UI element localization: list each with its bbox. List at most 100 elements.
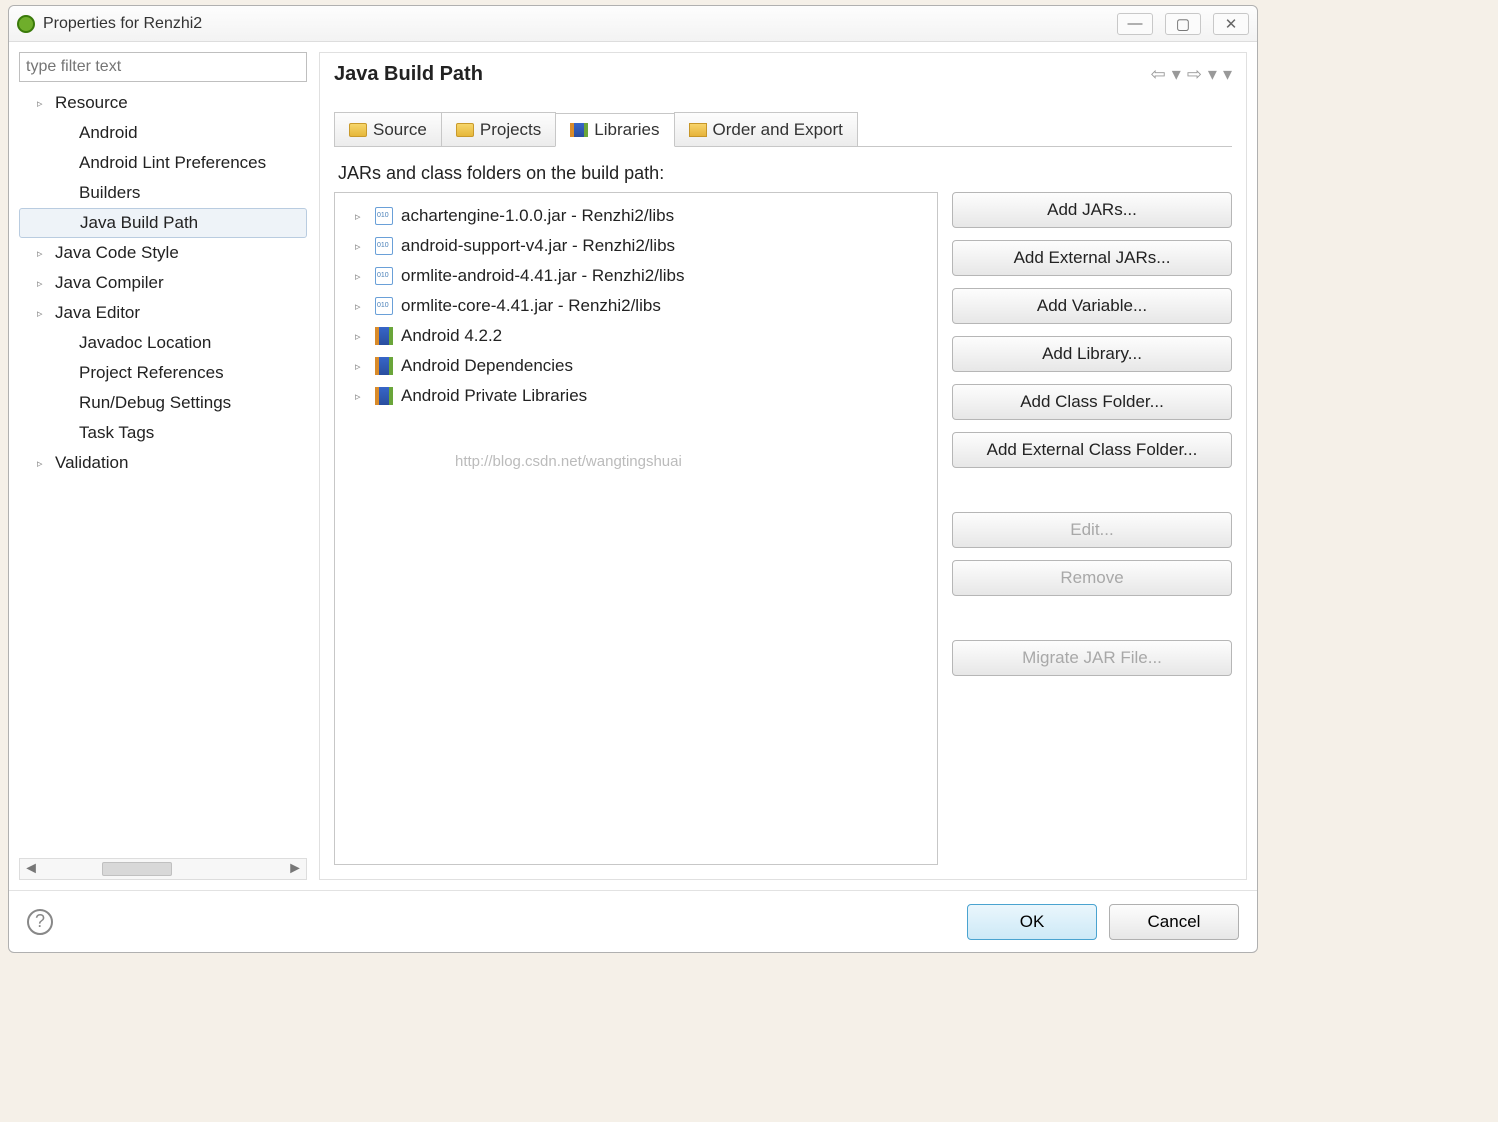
library-item[interactable]: ▹Android Private Libraries <box>341 381 931 411</box>
close-button[interactable]: ✕ <box>1213 13 1249 35</box>
jar-icon <box>375 297 393 315</box>
content-header: Java Build Path ⇦ ▾ ⇨ ▾ ▾ <box>334 63 1232 86</box>
sidebar-item-run-debug-settings[interactable]: Run/Debug Settings <box>19 388 307 418</box>
sidebar-item-java-editor[interactable]: ▹Java Editor <box>19 298 307 328</box>
titlebar: Properties for Renzhi2 — ▢ ✕ <box>9 6 1257 42</box>
sidebar-item-label: Android Lint Preferences <box>79 153 266 173</box>
add-class-folder-button[interactable]: Add Class Folder... <box>952 384 1232 420</box>
content-panel: Java Build Path ⇦ ▾ ⇨ ▾ ▾ SourceProjects… <box>319 52 1247 880</box>
jar-icon <box>375 207 393 225</box>
jar-icon <box>375 267 393 285</box>
libraries-area: ▹achartengine-1.0.0.jar - Renzhi2/libs▹a… <box>334 192 1232 865</box>
sidebar-item-label: Java Code Style <box>55 243 179 263</box>
library-label: Android 4.2.2 <box>401 326 502 346</box>
library-icon <box>375 327 393 345</box>
expand-arrow-icon: ▹ <box>355 240 367 253</box>
tab-bar: SourceProjects Libraries Order and Export <box>334 112 1232 147</box>
forward-menu-icon[interactable]: ▾ <box>1208 64 1217 85</box>
forward-icon[interactable]: ⇨ <box>1187 64 1202 85</box>
expand-arrow-icon: ▹ <box>37 307 49 320</box>
expand-arrow-icon: ▹ <box>355 270 367 283</box>
view-menu-icon[interactable]: ▾ <box>1223 64 1232 85</box>
library-item[interactable]: ▹ormlite-android-4.41.jar - Renzhi2/libs <box>341 261 931 291</box>
jar-icon <box>375 237 393 255</box>
library-label: android-support-v4.jar - Renzhi2/libs <box>401 236 675 256</box>
sidebar-item-task-tags[interactable]: Task Tags <box>19 418 307 448</box>
expand-arrow-icon: ▹ <box>37 457 49 470</box>
sidebar-scrollbar[interactable]: ◄ ► <box>19 858 307 880</box>
sidebar: ▹Resource Android Android Lint Preferences… <box>19 52 307 880</box>
expand-arrow-icon: ▹ <box>355 360 367 373</box>
tab-libraries[interactable]: Libraries <box>555 113 674 147</box>
add-external-jars-button[interactable]: Add External JARs... <box>952 240 1232 276</box>
export-icon <box>689 123 707 137</box>
tab-label: Libraries <box>594 120 659 140</box>
library-icon <box>375 357 393 375</box>
sidebar-item-android[interactable]: Android <box>19 118 307 148</box>
books-icon <box>570 123 588 137</box>
expand-arrow-icon: ▹ <box>37 277 49 290</box>
watermark-text: http://blog.csdn.net/wangtingshuai <box>455 453 682 470</box>
library-item[interactable]: ▹ ormlite-core-4.41.jar - Renzhi2/libs <box>341 291 931 321</box>
maximize-button[interactable]: ▢ <box>1165 13 1201 35</box>
sidebar-item-java-compiler[interactable]: ▹Java Compiler <box>19 268 307 298</box>
sidebar-item-javadoc-location[interactable]: Javadoc Location <box>19 328 307 358</box>
sidebar-item-label: Javadoc Location <box>79 333 211 353</box>
expand-arrow-icon: ▹ <box>355 210 367 223</box>
tab-source[interactable]: Source <box>334 112 442 146</box>
header-tools: ⇦ ▾ ⇨ ▾ ▾ <box>1151 64 1232 85</box>
ok-button[interactable]: OK <box>967 904 1097 940</box>
add-library-button[interactable]: Add Library... <box>952 336 1232 372</box>
expand-arrow-icon: ▹ <box>355 300 367 313</box>
tab-projects[interactable]: Projects <box>441 112 556 146</box>
scroll-thumb[interactable] <box>102 862 172 876</box>
expand-arrow-icon: ▹ <box>37 97 49 110</box>
dialog-footer: ? OK Cancel <box>9 890 1257 952</box>
library-item[interactable]: ▹ Android Dependencies <box>341 351 931 381</box>
back-icon[interactable]: ⇦ <box>1151 64 1166 85</box>
migrate-jar-button[interactable]: Migrate JAR File... <box>952 640 1232 676</box>
page-title: Java Build Path <box>334 63 483 86</box>
sidebar-item-java-build-path[interactable]: Java Build Path <box>19 208 307 238</box>
sidebar-item-resource[interactable]: ▹Resource <box>19 88 307 118</box>
sidebar-item-validation[interactable]: ▹ Validation <box>19 448 307 478</box>
tab-label: Order and Export <box>713 120 843 140</box>
library-item[interactable]: ▹Android 4.2.2 <box>341 321 931 351</box>
filter-input[interactable] <box>19 52 307 82</box>
sidebar-item-builders[interactable]: Builders <box>19 178 307 208</box>
library-item[interactable]: ▹achartengine-1.0.0.jar - Renzhi2/libs <box>341 201 931 231</box>
library-label: Android Private Libraries <box>401 386 587 406</box>
window-title: Properties for Renzhi2 <box>43 15 202 33</box>
scroll-right-icon[interactable]: ► <box>284 859 306 879</box>
section-subtitle: JARs and class folders on the build path… <box>338 163 1232 184</box>
minimize-button[interactable]: — <box>1117 13 1153 35</box>
library-label: Android Dependencies <box>401 356 573 376</box>
sidebar-item-label: Android <box>79 123 138 143</box>
libraries-tree[interactable]: ▹achartengine-1.0.0.jar - Renzhi2/libs▹a… <box>334 192 938 865</box>
library-item[interactable]: ▹ android-support-v4.jar - Renzhi2/libs <box>341 231 931 261</box>
cancel-button[interactable]: Cancel <box>1109 904 1239 940</box>
app-icon <box>17 15 35 33</box>
category-tree: ▹Resource Android Android Lint Preferences… <box>19 88 307 858</box>
back-menu-icon[interactable]: ▾ <box>1172 64 1181 85</box>
button-column: Add JARs... Add External JARs... Add Var… <box>952 192 1232 865</box>
sidebar-item-project-references[interactable]: Project References <box>19 358 307 388</box>
scroll-left-icon[interactable]: ◄ <box>20 859 42 879</box>
remove-button[interactable]: Remove <box>952 560 1232 596</box>
add-jars-button[interactable]: Add JARs... <box>952 192 1232 228</box>
edit-button[interactable]: Edit... <box>952 512 1232 548</box>
window-controls: — ▢ ✕ <box>1117 13 1249 35</box>
add-external-class-folder-button[interactable]: Add External Class Folder... <box>952 432 1232 468</box>
properties-dialog: Properties for Renzhi2 — ▢ ✕ ▹Resource An… <box>8 5 1258 953</box>
library-label: ormlite-core-4.41.jar - Renzhi2/libs <box>401 296 661 316</box>
sidebar-item-label: Validation <box>55 453 128 473</box>
add-variable-button[interactable]: Add Variable... <box>952 288 1232 324</box>
sidebar-item-java-code-style[interactable]: ▹ Java Code Style <box>19 238 307 268</box>
sidebar-item-label: Run/Debug Settings <box>79 393 231 413</box>
help-icon[interactable]: ? <box>27 909 53 935</box>
sidebar-item-android-lint-preferences[interactable]: Android Lint Preferences <box>19 148 307 178</box>
tab-order-and-export[interactable]: Order and Export <box>674 112 858 146</box>
folder-icon <box>456 123 474 137</box>
expand-arrow-icon: ▹ <box>37 247 49 260</box>
sidebar-item-label: Task Tags <box>79 423 154 443</box>
